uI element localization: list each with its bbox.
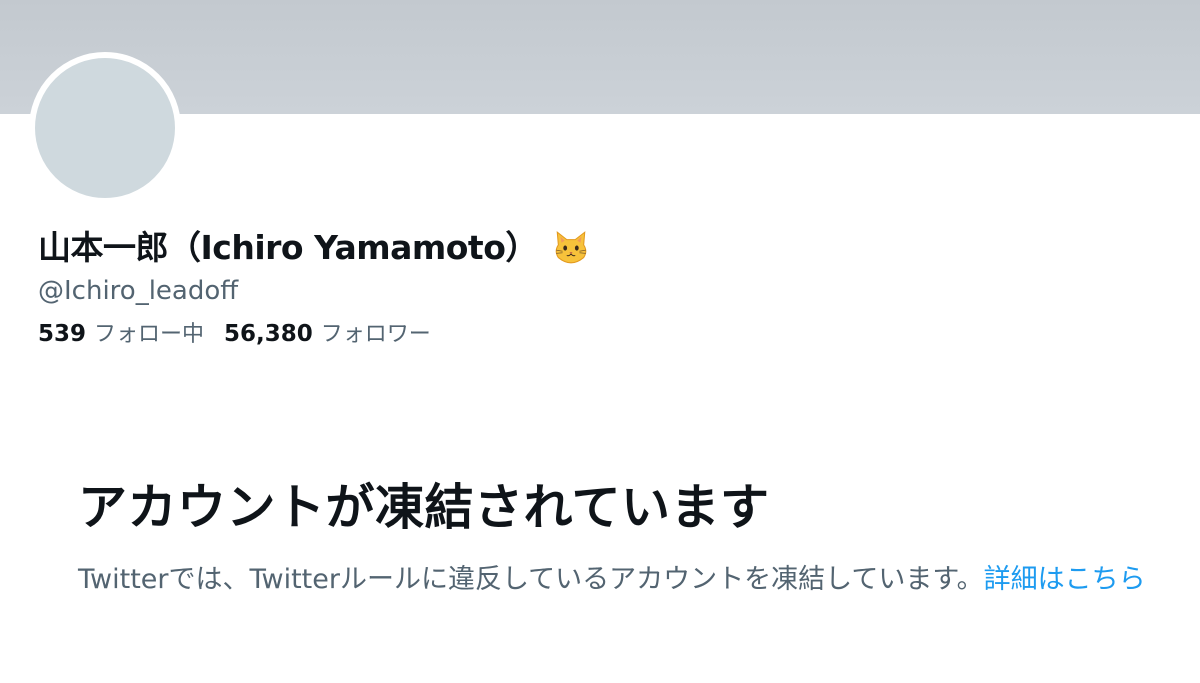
profile-display-name: 山本一郎（Ichiro Yamamoto） <box>38 222 590 268</box>
followers-label: フォロワー <box>320 322 431 347</box>
following-label: フォロー中 <box>94 322 205 347</box>
suspended-message-text: Twitterでは、Twitterルールに違反しているアカウントを凍結しています… <box>78 564 984 595</box>
followers-count: 56,380 <box>224 321 313 347</box>
profile-handle: @Ichiro_leadoff <box>38 276 239 306</box>
profile-banner[interactable] <box>0 0 1200 114</box>
follow-stats: 539 フォロー中 56,380 フォロワー <box>38 316 451 348</box>
profile-page: 山本一郎（Ichiro Yamamoto） @Ichiro_leadoff 53… <box>0 0 1200 683</box>
avatar[interactable] <box>29 52 181 204</box>
followers-link[interactable]: 56,380 フォロワー <box>224 316 431 348</box>
cat-face-icon <box>552 228 590 266</box>
following-count: 539 <box>38 321 87 347</box>
suspended-message: Twitterでは、Twitterルールに違反しているアカウントを凍結しています… <box>78 562 1158 598</box>
learn-more-link[interactable]: 詳細はこちら <box>984 564 1146 595</box>
display-name-text: 山本一郎（Ichiro Yamamoto） <box>38 228 538 267</box>
suspended-heading: アカウントが凍結されています <box>78 479 770 536</box>
following-link[interactable]: 539 フォロー中 <box>38 316 204 348</box>
